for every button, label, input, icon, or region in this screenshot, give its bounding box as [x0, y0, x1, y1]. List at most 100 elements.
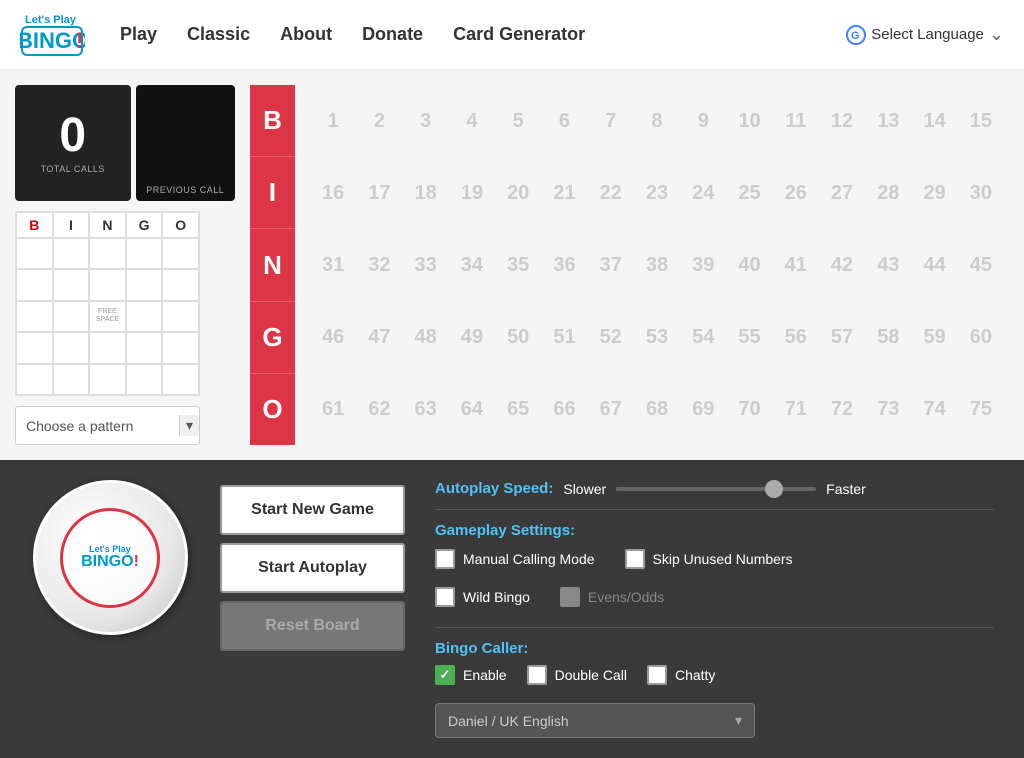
number-cell-37[interactable]: 37 [588, 229, 634, 301]
start-new-game-button[interactable]: Start New Game [220, 485, 405, 535]
number-cell-63[interactable]: 63 [403, 373, 449, 445]
number-cell-40[interactable]: 40 [726, 229, 772, 301]
number-cell-74[interactable]: 74 [911, 373, 957, 445]
number-cell-69[interactable]: 69 [680, 373, 726, 445]
number-cell-12[interactable]: 12 [819, 85, 865, 157]
number-cell-31[interactable]: 31 [310, 229, 356, 301]
number-cell-1[interactable]: 1 [310, 85, 356, 157]
nav-play[interactable]: Play [120, 24, 157, 45]
number-cell-38[interactable]: 38 [634, 229, 680, 301]
number-cell-28[interactable]: 28 [865, 157, 911, 229]
nav-about[interactable]: About [280, 24, 332, 45]
nav-donate[interactable]: Donate [362, 24, 423, 45]
caller-double-call-checkbox[interactable] [527, 665, 547, 685]
caller-enable-checkbox[interactable] [435, 665, 455, 685]
number-cell-48[interactable]: 48 [403, 301, 449, 373]
pattern-dropdown[interactable]: Choose a pattern ▾ [15, 406, 200, 445]
number-cell-75[interactable]: 75 [958, 373, 1004, 445]
number-cell-70[interactable]: 70 [726, 373, 772, 445]
number-cell-39[interactable]: 39 [680, 229, 726, 301]
number-cell-2[interactable]: 2 [356, 85, 402, 157]
number-cell-34[interactable]: 34 [449, 229, 495, 301]
number-cell-68[interactable]: 68 [634, 373, 680, 445]
number-cell-16[interactable]: 16 [310, 157, 356, 229]
number-cell-21[interactable]: 21 [541, 157, 587, 229]
number-cell-20[interactable]: 20 [495, 157, 541, 229]
number-cell-14[interactable]: 14 [911, 85, 957, 157]
voice-selector[interactable]: Daniel / UK English ▾ [435, 703, 755, 738]
number-cell-64[interactable]: 64 [449, 373, 495, 445]
number-cell-55[interactable]: 55 [726, 301, 772, 373]
number-cell-52[interactable]: 52 [588, 301, 634, 373]
number-cell-53[interactable]: 53 [634, 301, 680, 373]
number-cell-18[interactable]: 18 [403, 157, 449, 229]
number-cell-4[interactable]: 4 [449, 85, 495, 157]
number-cell-65[interactable]: 65 [495, 373, 541, 445]
number-cell-30[interactable]: 30 [958, 157, 1004, 229]
number-cell-73[interactable]: 73 [865, 373, 911, 445]
number-cell-45[interactable]: 45 [958, 229, 1004, 301]
number-cell-29[interactable]: 29 [911, 157, 957, 229]
number-cell-17[interactable]: 17 [356, 157, 402, 229]
number-cell-46[interactable]: 46 [310, 301, 356, 373]
number-cell-50[interactable]: 50 [495, 301, 541, 373]
card-cell [53, 269, 90, 300]
number-cell-11[interactable]: 11 [773, 85, 819, 157]
reset-board-button[interactable]: Reset Board [220, 601, 405, 651]
nav-card-generator[interactable]: Card Generator [453, 24, 585, 45]
language-selector[interactable]: G Select Language ⌄ [846, 24, 1004, 45]
number-cell-15[interactable]: 15 [958, 85, 1004, 157]
number-cell-25[interactable]: 25 [726, 157, 772, 229]
number-cell-23[interactable]: 23 [634, 157, 680, 229]
number-cell-44[interactable]: 44 [911, 229, 957, 301]
number-cell-47[interactable]: 47 [356, 301, 402, 373]
number-cell-58[interactable]: 58 [865, 301, 911, 373]
number-cell-60[interactable]: 60 [958, 301, 1004, 373]
number-cell-9[interactable]: 9 [680, 85, 726, 157]
number-cell-10[interactable]: 10 [726, 85, 772, 157]
number-cell-62[interactable]: 62 [356, 373, 402, 445]
number-cell-3[interactable]: 3 [403, 85, 449, 157]
number-cell-41[interactable]: 41 [773, 229, 819, 301]
number-cell-13[interactable]: 13 [865, 85, 911, 157]
start-autoplay-button[interactable]: Start Autoplay [220, 543, 405, 593]
number-cell-59[interactable]: 59 [911, 301, 957, 373]
card-cell [126, 238, 163, 269]
number-cell-66[interactable]: 66 [541, 373, 587, 445]
evens-odds-checkbox[interactable] [560, 587, 580, 607]
number-cell-61[interactable]: 61 [310, 373, 356, 445]
number-cell-5[interactable]: 5 [495, 85, 541, 157]
number-cell-72[interactable]: 72 [819, 373, 865, 445]
speed-slider-thumb[interactable] [765, 480, 783, 498]
number-cell-26[interactable]: 26 [773, 157, 819, 229]
number-cell-24[interactable]: 24 [680, 157, 726, 229]
number-cell-42[interactable]: 42 [819, 229, 865, 301]
number-cell-33[interactable]: 33 [403, 229, 449, 301]
number-cell-7[interactable]: 7 [588, 85, 634, 157]
number-cell-35[interactable]: 35 [495, 229, 541, 301]
number-cell-56[interactable]: 56 [773, 301, 819, 373]
speed-slider-track[interactable] [616, 487, 816, 491]
card-header-o: O [162, 212, 199, 238]
number-cell-54[interactable]: 54 [680, 301, 726, 373]
caller-chatty-checkbox[interactable] [647, 665, 667, 685]
number-cell-43[interactable]: 43 [865, 229, 911, 301]
number-cell-27[interactable]: 27 [819, 157, 865, 229]
nav-classic[interactable]: Classic [187, 24, 250, 45]
number-cell-51[interactable]: 51 [541, 301, 587, 373]
number-cell-57[interactable]: 57 [819, 301, 865, 373]
skip-unused-checkbox[interactable] [625, 549, 645, 569]
number-cell-49[interactable]: 49 [449, 301, 495, 373]
manual-calling-checkbox[interactable] [435, 549, 455, 569]
number-cell-67[interactable]: 67 [588, 373, 634, 445]
number-cell-71[interactable]: 71 [773, 373, 819, 445]
number-cell-19[interactable]: 19 [449, 157, 495, 229]
number-cell-32[interactable]: 32 [356, 229, 402, 301]
number-cell-8[interactable]: 8 [634, 85, 680, 157]
number-cell-36[interactable]: 36 [541, 229, 587, 301]
card-cell [89, 238, 126, 269]
logo[interactable]: Let's Play BINGO ! [20, 7, 90, 62]
number-cell-22[interactable]: 22 [588, 157, 634, 229]
wild-bingo-checkbox[interactable] [435, 587, 455, 607]
number-cell-6[interactable]: 6 [541, 85, 587, 157]
